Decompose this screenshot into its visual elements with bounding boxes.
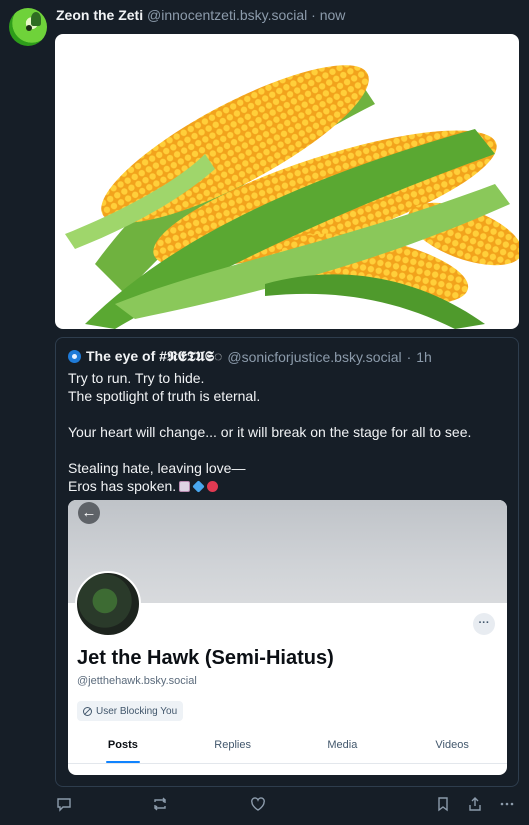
post-header: Zeon the Zeti @innocentzeti.bsky.social … [56,7,345,23]
blocking-badge: User Blocking You [77,701,184,721]
profile-avatar [75,571,141,637]
quote-author-handle[interactable]: @sonicforjustice.bsky.social [227,349,401,365]
quoted-post[interactable]: The eye of #𝕹𝕰𝕿𝖀𝕾◌ @sonicforjustice.bsky… [55,337,519,787]
quote-line: Stealing hate, leaving love— [68,460,246,476]
quote-author-avatar[interactable] [68,350,81,363]
repost-icon[interactable] [151,795,169,813]
block-icon [83,706,92,716]
heart-emoji [207,481,219,492]
profile-handle: @jetthehawk.bsky.social [77,675,197,687]
quote-line: Your heart will change... or it will bre… [68,424,472,440]
like-icon[interactable] [249,795,267,813]
quote-line: The spotlight of truth is eternal. [68,388,261,404]
post-actions [0,795,529,815]
tarot-card-emoji [179,481,191,492]
profile-screenshot[interactable]: ← ··· Jet the Hawk (Semi-Hiatus) @jetthe… [68,500,507,775]
quote-line-with-emoji: Eros has spoken. [68,477,508,495]
author-name[interactable]: Zeon the Zeti [56,7,143,23]
quote-line: Try to run. Try to hide. [68,370,205,386]
more-options-icon: ··· [473,613,495,635]
quote-time[interactable]: 1h [416,349,432,365]
quote-header: The eye of #𝕹𝕰𝕿𝖀𝕾◌ @sonicforjustice.bsky… [68,348,432,365]
reply-icon[interactable] [55,795,73,813]
blocking-badge-label: User Blocking You [96,705,178,717]
author-avatar[interactable] [9,8,47,46]
quote-line [68,405,508,423]
share-icon[interactable] [466,795,484,813]
profile-display-name: Jet the Hawk (Semi-Hiatus) [77,647,334,669]
corn-image [65,65,519,329]
back-arrow-icon: ← [78,502,100,524]
post-image[interactable] [55,34,519,329]
separator: · [311,7,316,23]
quote-author-name[interactable]: The eye of #𝕹𝕰𝕿𝖀𝕾◌ [86,348,222,365]
tab-replies: Replies [214,739,251,751]
separator: · [406,348,412,365]
more-icon[interactable] [498,795,516,813]
bookmark-icon[interactable] [434,795,452,813]
post-time[interactable]: now [320,7,346,23]
author-handle[interactable]: @innocentzeti.bsky.social [147,7,307,23]
gem-emoji [192,480,205,493]
quote-line: Eros has spoken. [68,478,177,494]
tab-videos: Videos [435,739,469,751]
profile-tabs: Posts Replies Media Videos [68,728,507,764]
tab-media: Media [327,739,358,751]
quote-text: Try to run. Try to hide. The spotlight o… [68,369,508,495]
quote-line [68,441,508,459]
tab-posts: Posts [68,728,178,763]
